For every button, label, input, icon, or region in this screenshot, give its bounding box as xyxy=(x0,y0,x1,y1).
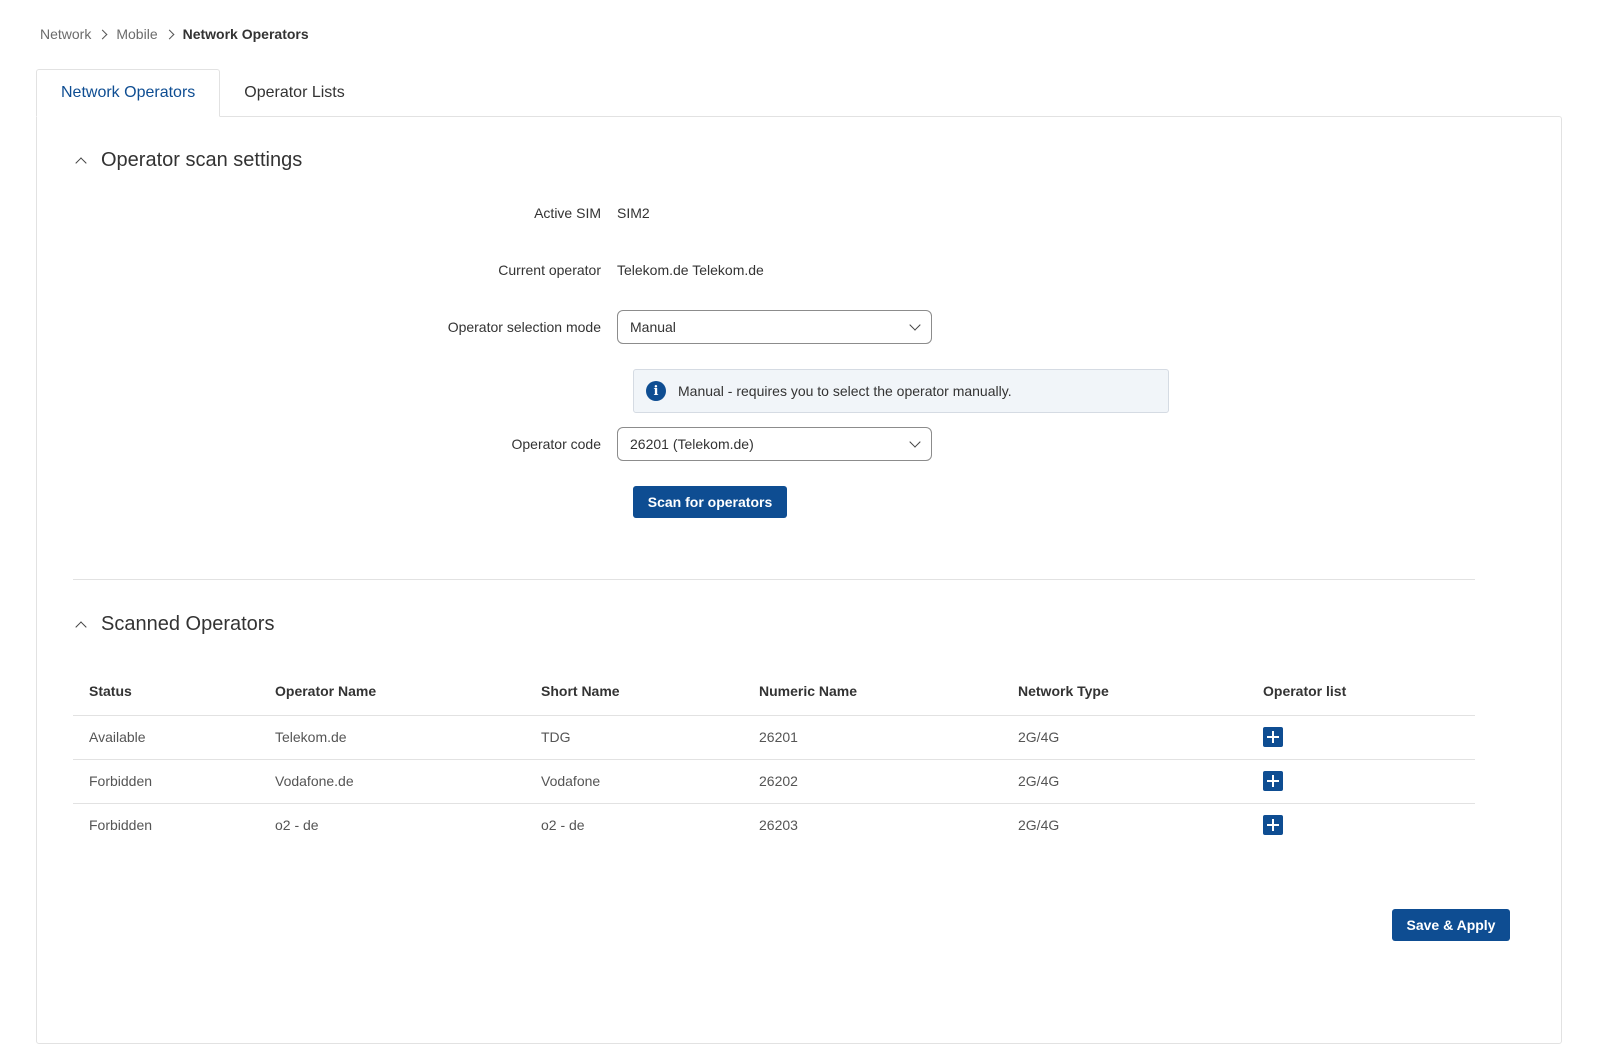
operator-code-label: Operator code xyxy=(511,436,602,452)
scanned-operators-table: Status Operator Name Short Name Numeric … xyxy=(73,667,1475,847)
cell-network-type: 2G/4G xyxy=(1002,759,1247,804)
add-to-list-icon[interactable] xyxy=(1263,771,1283,791)
selection-mode-info: i Manual - requires you to select the op… xyxy=(633,369,1169,413)
column-header-status: Status xyxy=(73,667,259,716)
selection-mode-select[interactable]: Manual xyxy=(617,310,932,344)
cell-numeric-name: 26202 xyxy=(743,759,1002,804)
save-apply-button[interactable]: Save & Apply xyxy=(1392,909,1510,941)
chevron-right-icon xyxy=(164,29,175,39)
table-row: Forbidden o2 - de o2 - de 26203 2G/4G xyxy=(73,803,1475,847)
form-row-selection-mode: Operator selection mode Manual xyxy=(37,310,1563,344)
cell-operator-list xyxy=(1247,715,1475,760)
form-row-current-operator: Current operator Telekom.de Telekom.de xyxy=(37,253,1563,287)
column-header-operator-name: Operator Name xyxy=(259,667,525,716)
table-row: Forbidden Vodafone.de Vodafone 26202 2G/… xyxy=(73,759,1475,804)
cell-network-type: 2G/4G xyxy=(1002,715,1247,760)
cell-operator-name: o2 - de xyxy=(275,817,319,834)
tab-operator-lists[interactable]: Operator Lists xyxy=(220,69,368,117)
operator-code-select[interactable]: 26201 (Telekom.de) xyxy=(617,427,932,461)
active-sim-value: SIM2 xyxy=(617,205,650,221)
chevron-down-icon xyxy=(909,319,921,331)
operator-code-value: 26201 (Telekom.de) xyxy=(630,436,754,452)
cell-operator-list xyxy=(1247,759,1475,804)
column-header-numeric-name: Numeric Name xyxy=(743,667,1002,716)
breadcrumb-item-mobile[interactable]: Mobile xyxy=(116,26,157,42)
tab-bar: Network Operators Operator Lists xyxy=(36,69,369,117)
section-title: Scanned Operators xyxy=(101,613,275,635)
info-icon: i xyxy=(646,381,666,401)
cell-short-name: o2 - de xyxy=(541,817,585,834)
cell-short-name: TDG xyxy=(525,715,743,760)
cell-status: Forbidden xyxy=(73,759,259,804)
tab-network-operators[interactable]: Network Operators xyxy=(36,69,221,117)
chevron-up-icon xyxy=(75,157,87,169)
section-header-scan-settings[interactable]: Operator scan settings xyxy=(75,149,303,172)
current-operator-value: Telekom.de Telekom.de xyxy=(617,262,764,278)
selection-mode-label: Operator selection mode xyxy=(447,319,601,335)
form-row-active-sim: Active SIM SIM2 xyxy=(37,196,1563,230)
section-title: Operator scan settings xyxy=(101,149,303,171)
cell-network-type: 2G/4G xyxy=(1018,817,1060,834)
cell-operator-name: Telekom.de xyxy=(259,715,525,760)
breadcrumb: Network Mobile Network Operators xyxy=(40,24,309,44)
divider xyxy=(73,579,1475,580)
cell-operator-list xyxy=(1247,803,1475,847)
info-text: Manual - requires you to select the oper… xyxy=(678,383,1012,399)
chevron-right-icon xyxy=(97,29,108,39)
table-header-row: Status Operator Name Short Name Numeric … xyxy=(73,667,1475,716)
column-header-network-type: Network Type xyxy=(1002,667,1247,716)
cell-status: Available xyxy=(73,715,259,760)
active-sim-label: Active SIM xyxy=(534,205,601,221)
cell-numeric-name: 26201 xyxy=(743,715,1002,760)
form-row-operator-code: Operator code 26201 (Telekom.de) xyxy=(37,427,1563,461)
cell-short-name: Vodafone xyxy=(525,759,743,804)
chevron-down-icon xyxy=(909,436,921,448)
scan-for-operators-button[interactable]: Scan for operators xyxy=(633,486,787,518)
add-to-list-icon[interactable] xyxy=(1263,727,1283,747)
section-header-scanned-operators[interactable]: Scanned Operators xyxy=(75,613,275,636)
main-panel: Operator scan settings Active SIM SIM2 C… xyxy=(36,116,1562,1044)
cell-numeric-name: 26203 xyxy=(759,817,798,834)
column-header-operator-list: Operator list xyxy=(1247,667,1475,716)
cell-status: Forbidden xyxy=(89,817,153,834)
current-operator-label: Current operator xyxy=(498,262,601,278)
add-to-list-icon[interactable] xyxy=(1263,815,1283,836)
breadcrumb-current: Network Operators xyxy=(182,26,309,42)
cell-operator-name: Vodafone.de xyxy=(259,759,525,804)
chevron-up-icon xyxy=(75,621,87,633)
column-header-short-name: Short Name xyxy=(525,667,743,716)
table-row: Available Telekom.de TDG 26201 2G/4G xyxy=(73,715,1475,760)
breadcrumb-item-network[interactable]: Network xyxy=(40,26,91,42)
selection-mode-value: Manual xyxy=(630,319,676,335)
